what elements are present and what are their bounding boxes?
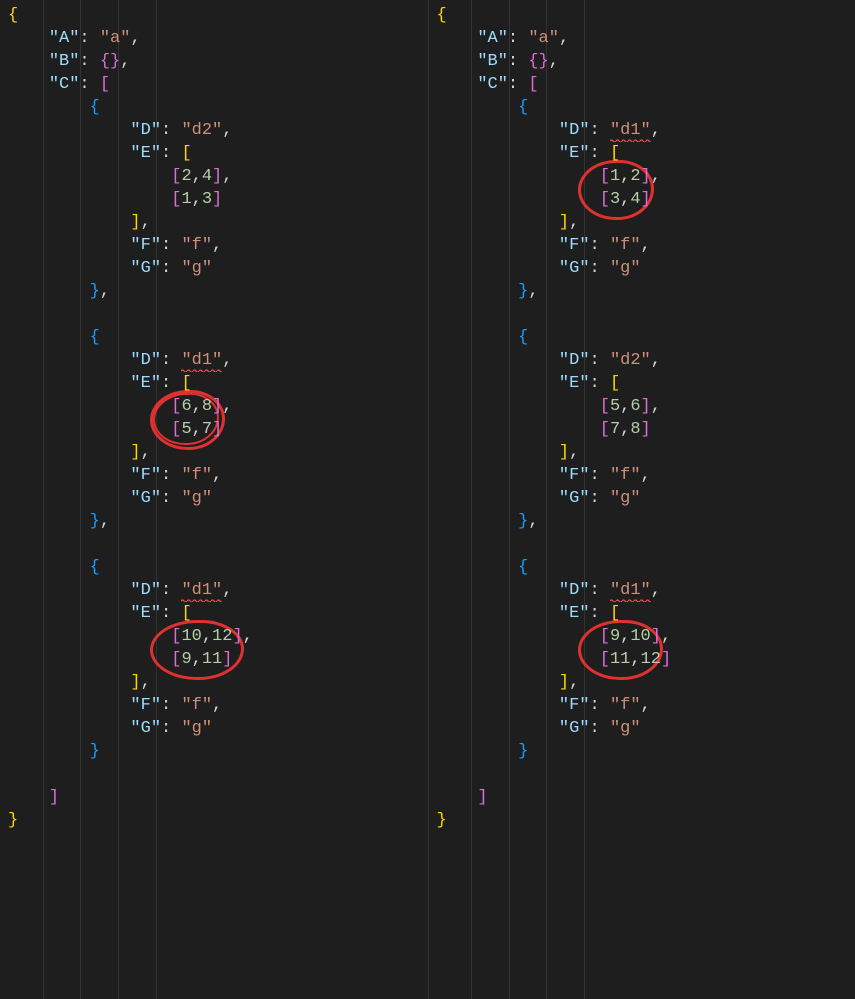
code-line[interactable]: [1,2], [437, 165, 855, 188]
code-line[interactable]: "E": [ [8, 372, 428, 395]
code-line[interactable]: [9,10], [437, 625, 855, 648]
code-line[interactable]: { [8, 326, 428, 349]
code-line[interactable] [8, 763, 428, 786]
code-line[interactable]: [2,4], [8, 165, 428, 188]
code-line[interactable]: } [8, 740, 428, 763]
code-line[interactable]: ] [8, 786, 428, 809]
code-line[interactable]: [6,8], [8, 395, 428, 418]
code-line[interactable]: [10,12], [8, 625, 428, 648]
code-line[interactable] [8, 533, 428, 556]
code-line[interactable]: ], [437, 441, 855, 464]
code-line[interactable]: "E": [ [437, 142, 855, 165]
code-line[interactable]: "F": "f", [8, 234, 428, 257]
code-line[interactable]: "G": "g" [8, 257, 428, 280]
code-line[interactable]: "D": "d1", [8, 579, 428, 602]
code-line[interactable]: [11,12] [437, 648, 855, 671]
code-line[interactable]: } [8, 809, 428, 832]
code-line[interactable]: [9,11] [8, 648, 428, 671]
code-line[interactable]: "A": "a", [437, 27, 855, 50]
code-line[interactable]: [7,8] [437, 418, 855, 441]
code-line[interactable]: }, [8, 280, 428, 303]
code-line[interactable]: "F": "f", [437, 234, 855, 257]
code-line[interactable]: { [437, 556, 855, 579]
code-line[interactable]: [3,4] [437, 188, 855, 211]
code-line[interactable]: "E": [ [437, 372, 855, 395]
code-line[interactable]: "F": "f", [437, 464, 855, 487]
code-line[interactable]: { [437, 326, 855, 349]
code-line[interactable]: }, [8, 510, 428, 533]
code-line[interactable]: ], [8, 441, 428, 464]
code-line[interactable] [437, 763, 855, 786]
code-line[interactable]: { [8, 556, 428, 579]
code-line[interactable]: "E": [ [8, 602, 428, 625]
code-line[interactable]: "G": "g" [437, 257, 855, 280]
code-line[interactable]: }, [437, 510, 855, 533]
code-line[interactable]: "G": "g" [437, 487, 855, 510]
code-line[interactable]: "B": {}, [437, 50, 855, 73]
code-line[interactable]: "D": "d1", [8, 349, 428, 372]
code-line[interactable] [437, 533, 855, 556]
code-line[interactable]: } [437, 740, 855, 763]
code-line[interactable]: { [437, 4, 855, 27]
code-line[interactable]: [5,6], [437, 395, 855, 418]
code-line[interactable] [8, 303, 428, 326]
code-line[interactable]: "E": [ [8, 142, 428, 165]
editor-pane-left[interactable]: { "A": "a", "B": {}, "C": [ { "D": "d2",… [0, 0, 428, 999]
code-line[interactable]: "C": [ [8, 73, 428, 96]
code-line[interactable]: }, [437, 280, 855, 303]
code-line[interactable]: "D": "d2", [8, 119, 428, 142]
code-line[interactable]: ], [437, 671, 855, 694]
code-line[interactable]: "B": {}, [8, 50, 428, 73]
code-line[interactable]: "E": [ [437, 602, 855, 625]
code-line[interactable] [437, 303, 855, 326]
code-line[interactable]: "F": "f", [437, 694, 855, 717]
code-line[interactable]: "G": "g" [8, 487, 428, 510]
code-line[interactable]: ], [8, 671, 428, 694]
code-line[interactable]: "A": "a", [8, 27, 428, 50]
code-line[interactable]: [1,3] [8, 188, 428, 211]
code-line[interactable]: "F": "f", [8, 694, 428, 717]
code-line[interactable]: } [437, 809, 855, 832]
code-line[interactable]: { [8, 4, 428, 27]
code-line[interactable]: ], [437, 211, 855, 234]
editor-pane-right[interactable]: { "A": "a", "B": {}, "C": [ { "D": "d1",… [428, 0, 855, 999]
code-line[interactable]: "C": [ [437, 73, 855, 96]
code-line[interactable]: "D": "d1", [437, 119, 855, 142]
code-line[interactable]: ] [437, 786, 855, 809]
code-line[interactable]: "F": "f", [8, 464, 428, 487]
code-line[interactable]: [5,7] [8, 418, 428, 441]
code-line[interactable]: "D": "d2", [437, 349, 855, 372]
code-line[interactable]: { [437, 96, 855, 119]
diff-editor: { "A": "a", "B": {}, "C": [ { "D": "d2",… [0, 0, 855, 999]
code-line[interactable]: { [8, 96, 428, 119]
code-line[interactable]: ], [8, 211, 428, 234]
code-line[interactable]: "G": "g" [437, 717, 855, 740]
code-line[interactable]: "G": "g" [8, 717, 428, 740]
code-line[interactable]: "D": "d1", [437, 579, 855, 602]
